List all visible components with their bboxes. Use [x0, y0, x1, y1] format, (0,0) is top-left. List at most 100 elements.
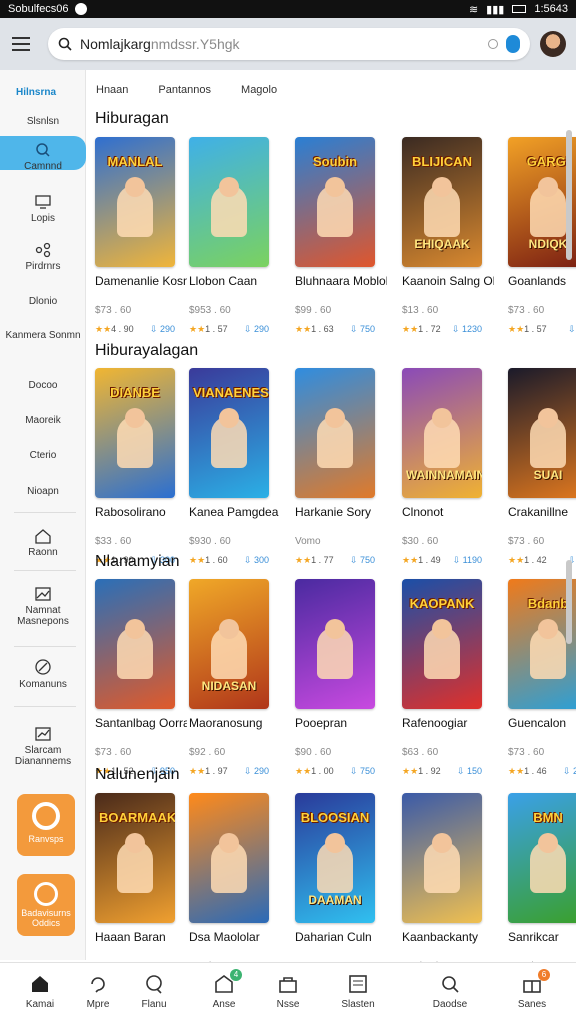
game-cover-image[interactable]: BOARMAAK [95, 793, 175, 923]
game-cover-image[interactable]: BLOOSIAN DAAMAN [295, 793, 375, 923]
game-price: $73 . 60 [508, 747, 545, 758]
star-icon: ★★ [295, 555, 312, 565]
signal-icon: ▮▮▮ [486, 3, 505, 16]
cover-title: BLOOSIAN [300, 810, 370, 825]
game-card[interactable]: Pooepran $90 . 60 ★★1 . 00 ⇩ 750 [295, 579, 387, 777]
download-icon: ⇩ [456, 766, 467, 776]
downloads: ⇩ 750 [350, 324, 375, 335]
game-card[interactable]: SUAICrakanillne$73 . 60★★1 . 42⇩ 90 [508, 368, 576, 566]
sidebar-item[interactable]: Cterio [0, 450, 86, 461]
rating-value: 1 . 60 [205, 555, 228, 565]
sidebar-item-block[interactable]: Komanuns [0, 658, 86, 690]
sidebar-item[interactable]: Dlonio [0, 296, 86, 307]
sidebar-item[interactable]: Nioapn [0, 486, 86, 497]
sidebar-item-image[interactable]: Namnat Masnepons [0, 586, 86, 627]
search-placeholder: nmdssr.Y5hgk [150, 36, 240, 52]
blocked-icon [35, 659, 51, 675]
game-card[interactable]: VIANAENES Kanea Pamgdea Fohom $930 . 60 ★★1… [189, 368, 281, 566]
game-cover-image[interactable]: WAINNAMAIN [402, 368, 482, 498]
scrollbar[interactable] [566, 560, 572, 644]
mic-icon[interactable] [506, 35, 520, 53]
nav-item-anse[interactable]: 4 Anse [194, 969, 254, 1010]
scrollbar[interactable] [566, 130, 572, 260]
game-price: $99 . 60 [295, 305, 332, 316]
game-cover-image[interactable]: BLIJICAN EHIQAAK [402, 137, 482, 267]
sidebar-item-chart[interactable]: Slarcam Dianannems [0, 726, 86, 767]
nav-label: Kamai [25, 999, 55, 1010]
game-cover-image[interactable] [95, 579, 175, 709]
rating: ★★1 . 46 [508, 766, 547, 777]
sidebar-item-home[interactable]: Raonn [0, 528, 86, 558]
sidebar-divider [14, 646, 76, 647]
game-cover-image[interactable]: KAOPANK [402, 579, 482, 709]
sidebar-divider [14, 512, 76, 513]
nav-item-daodse[interactable]: Daodse [420, 973, 480, 1010]
game-cover-image[interactable] [189, 137, 269, 267]
star-icon: ★★ [508, 324, 525, 334]
game-card[interactable]: WAINNAMAIN Clnonot $30 . 60 ★★1 . 49 ⇩ 1190 [402, 368, 494, 566]
downloads: ⇩ 150 [457, 766, 482, 777]
tab-item[interactable]: Hnaan [96, 84, 128, 96]
game-price: $73 . 60 [95, 305, 132, 316]
avatar[interactable] [540, 31, 566, 57]
cover-title: BMN [533, 810, 563, 825]
cover-subtitle: EHIQAAK [414, 237, 470, 251]
nav-item-mpre[interactable]: Mpre [68, 973, 128, 1010]
rating: ★★1 . 57 [189, 324, 228, 335]
app-logo-icon [34, 882, 58, 906]
sidebar-item[interactable]: Slsnlsn [0, 116, 86, 127]
app-tile[interactable]: Badavisurns Oddics [17, 874, 75, 936]
game-card[interactable]: Soubin Bluhnaara Moblol $99 . 60 ★★1 . 63 ⇩ … [295, 137, 387, 335]
game-card[interactable]: Llobon Caan $953 . 60 ★★1 . 57 ⇩ 290 [189, 137, 281, 335]
nav-item-slasten[interactable]: Slasten [328, 973, 388, 1010]
game-card[interactable]: Santanlbag Oorran $73 . 60 ★★1 . 52 ⇩ 950 [95, 579, 187, 777]
game-card[interactable]: NIDASAN Maoranosung $92 . 60 ★★1 . 97 ⇩ 290 [189, 579, 281, 777]
hamburger-menu-icon[interactable] [10, 30, 38, 58]
game-meta: ★★1 . 97 ⇩ 290 [189, 766, 269, 777]
game-cover-image[interactable] [402, 793, 482, 923]
downloads-value: 750 [359, 555, 375, 565]
tab-item[interactable]: Pantannos [158, 84, 211, 96]
nav-item-nsse[interactable]: Nsse [258, 973, 318, 1010]
character-head [125, 408, 145, 428]
game-card[interactable]: MANLAL Damenanlie Kosn $73 . 60 ★★4 . 90 ⇩ 2… [95, 137, 187, 335]
game-cover-image[interactable]: NIDASAN [189, 579, 269, 709]
star-icon: ★★ [508, 555, 525, 565]
game-card[interactable]: KAOPANK Rafenoogiar $63 . 60 ★★1 . 92 ⇩ 150 [402, 579, 494, 777]
nav-item-flanu[interactable]: Flanu [124, 973, 184, 1010]
game-cover-image[interactable] [189, 793, 269, 923]
nav-item-home[interactable]: Kamai [10, 973, 70, 1010]
clear-icon[interactable] [488, 39, 498, 49]
search-input[interactable]: Nomlajkarg nmdssr.Y5hgk [48, 28, 530, 60]
game-cover-image[interactable]: MANLAL [95, 137, 175, 267]
star-icon: ★★ [402, 555, 419, 565]
tab-item[interactable]: Magolo [241, 84, 277, 96]
game-card[interactable]: Harkanie Sory Vomo ★★1 . 77 ⇩ 750 [295, 368, 387, 566]
game-price: $33 . 60 [95, 536, 132, 547]
game-meta: ★★1 . 00 ⇩ 750 [295, 766, 375, 777]
sidebar-item-lopis[interactable]: Lopis [0, 194, 86, 224]
sidebar-item[interactable]: Docoo [0, 380, 86, 391]
game-cover-image[interactable]: VIANAENES [189, 368, 269, 498]
app-tile[interactable]: Ranvsps [17, 794, 75, 856]
nav-label: Daodse [432, 999, 468, 1010]
game-cover-image[interactable]: DIANBE [95, 368, 175, 498]
downloads: ⇩ 290 [244, 766, 269, 777]
sidebar-item[interactable]: Maoreik [0, 415, 86, 426]
game-card[interactable]: DIANBE Rabosolirano $33 . 60 ★★1 . 90 ⇩ 300 [95, 368, 187, 566]
nav-item-sanes[interactable]: 6 Sanes [502, 969, 562, 1010]
rating: ★★1 . 97 [189, 766, 228, 777]
game-cover-image[interactable] [295, 579, 375, 709]
game-cover-image[interactable]: Soubin [295, 137, 375, 267]
sidebar-item-search[interactable]: Camnnd [0, 142, 86, 172]
game-cover-image[interactable]: BMN [508, 793, 576, 923]
star-icon: ★★ [189, 555, 206, 565]
game-card[interactable]: BLIJICAN EHIQAAK Kaanoin Salng Olanlenan $1… [402, 137, 494, 335]
downloads-value: 150 [466, 766, 482, 776]
star-icon: ★★ [95, 324, 112, 334]
game-cover-image[interactable]: SUAI [508, 368, 576, 498]
sidebar-item-pirdrnrs[interactable]: Pirdrnrs [0, 242, 86, 272]
sidebar-item[interactable]: Kanmera Sonmn [0, 330, 86, 341]
game-cover-image[interactable] [295, 368, 375, 498]
downloads: ⇩ 200 [563, 766, 576, 777]
